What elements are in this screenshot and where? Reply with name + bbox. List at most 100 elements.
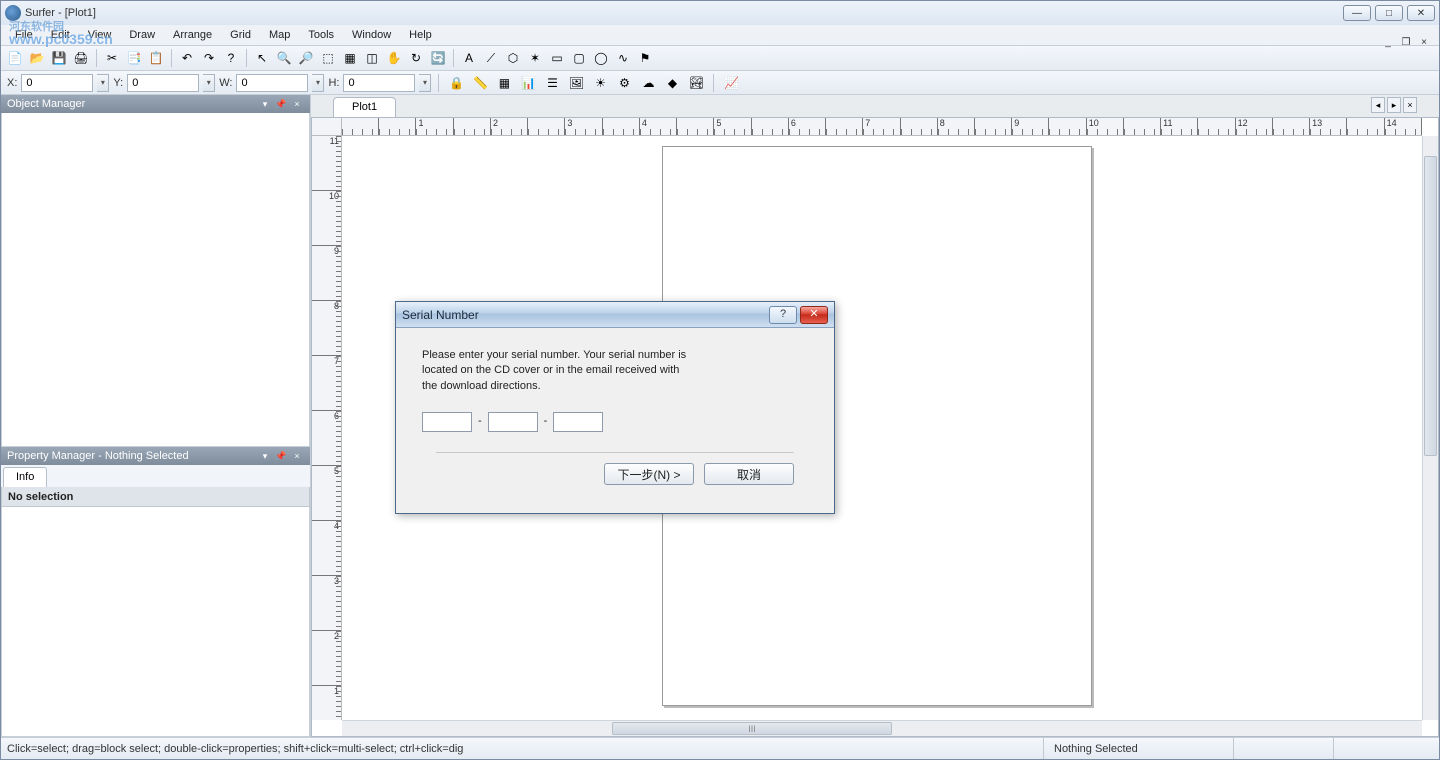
dialog-close-button[interactable]: ✕	[800, 306, 828, 324]
redraw-icon[interactable]: 🔄	[428, 48, 448, 68]
ruler-vertical[interactable]: 1110987654321	[312, 136, 342, 720]
scrollbar-horizontal[interactable]: III	[342, 720, 1422, 736]
new-icon[interactable]: 📄	[5, 48, 25, 68]
open-icon[interactable]: 📂	[27, 48, 47, 68]
mdi-restore-icon[interactable]: ❐	[1399, 37, 1413, 49]
copy-icon[interactable]: 📑	[124, 48, 144, 68]
property-manager-body[interactable]	[1, 507, 310, 737]
panel-close-icon[interactable]: ×	[290, 98, 304, 110]
ruler-horizontal[interactable]: 1234567891011121314	[342, 118, 1422, 136]
polyline-tool-icon[interactable]: ⟋	[481, 48, 501, 68]
panel-close-icon[interactable]: ×	[290, 450, 304, 462]
pan-icon[interactable]: ✋	[384, 48, 404, 68]
status-hint: Click=select; drag=block select; double-…	[7, 743, 1043, 755]
h-input[interactable]	[343, 74, 415, 92]
zoom-in-icon[interactable]: 🔍	[274, 48, 294, 68]
tab-scroll-right-icon[interactable]: ▸	[1387, 97, 1401, 113]
dialog-titlebar[interactable]: Serial Number ? ✕	[396, 302, 834, 328]
rect-tool-icon[interactable]: ▭	[547, 48, 567, 68]
image-icon[interactable]: 🖼	[566, 73, 586, 93]
y-dd-icon[interactable]: ▾	[203, 74, 215, 92]
menu-arrange[interactable]: Arrange	[165, 27, 220, 43]
paste-icon[interactable]: 📋	[146, 48, 166, 68]
mdi-close-icon[interactable]: ×	[1417, 37, 1431, 49]
w-input[interactable]	[236, 74, 308, 92]
layers-icon[interactable]: ☰	[542, 73, 562, 93]
spline-tool-icon[interactable]: ∿	[613, 48, 633, 68]
cancel-button[interactable]: 取消	[704, 463, 794, 485]
tab-close-icon[interactable]: ×	[1403, 97, 1417, 113]
redo-icon[interactable]: ↷	[199, 48, 219, 68]
minimize-button[interactable]: —	[1343, 5, 1371, 21]
menu-help[interactable]: Help	[401, 27, 440, 43]
titlebar[interactable]: Surfer - [Plot1] — □ ✕	[1, 1, 1439, 25]
help-icon[interactable]: ?	[221, 48, 241, 68]
cut-icon[interactable]: ✂	[102, 48, 122, 68]
doc-tab-plot1[interactable]: Plot1	[333, 97, 396, 117]
menu-grid[interactable]: Grid	[222, 27, 259, 43]
text-tool-icon[interactable]: A	[459, 48, 479, 68]
picture-icon[interactable]: 🏞	[686, 73, 706, 93]
next-button[interactable]: 下一步(N) >	[604, 463, 694, 485]
menu-draw[interactable]: Draw	[121, 27, 163, 43]
zoom-fit-icon[interactable]: ▦	[340, 48, 360, 68]
menubar: File Edit View Draw Arrange Grid Map Too…	[1, 25, 1439, 45]
panel-pin-icon[interactable]: 📌	[274, 98, 288, 110]
object-manager-body[interactable]	[1, 113, 310, 447]
window-title: Surfer - [Plot1]	[25, 7, 1343, 19]
roundrect-tool-icon[interactable]: ▢	[569, 48, 589, 68]
panel-pin-icon[interactable]: 📌	[274, 450, 288, 462]
zoom-rect-icon[interactable]: ⬚	[318, 48, 338, 68]
serial-input-1[interactable]	[422, 412, 472, 432]
refresh-icon[interactable]: ↻	[406, 48, 426, 68]
save-icon[interactable]: 💾	[49, 48, 69, 68]
diamond-icon[interactable]: ◆	[662, 73, 682, 93]
x-input[interactable]	[21, 74, 93, 92]
scrollbar-vertical[interactable]	[1422, 136, 1438, 720]
menu-window[interactable]: Window	[344, 27, 399, 43]
serial-input-2[interactable]	[488, 412, 538, 432]
cloud-icon[interactable]: ☁	[638, 73, 658, 93]
ellipse-tool-icon[interactable]: ◯	[591, 48, 611, 68]
undo-icon[interactable]: ↶	[177, 48, 197, 68]
sun-icon[interactable]: ☀	[590, 73, 610, 93]
menu-map[interactable]: Map	[261, 27, 298, 43]
dialog-help-button[interactable]: ?	[769, 306, 797, 324]
ruler-icon[interactable]: 📏	[470, 73, 490, 93]
mdi-minimize-icon[interactable]: _	[1381, 37, 1395, 49]
doc-tabstrip: Plot1 ◂ ▸ ×	[311, 95, 1439, 117]
y-input[interactable]	[127, 74, 199, 92]
bar-icon[interactable]: 📈	[721, 73, 741, 93]
flag-tool-icon[interactable]: ⚑	[635, 48, 655, 68]
wizard-icon[interactable]: ⚙	[614, 73, 634, 93]
object-manager-header[interactable]: Object Manager ▾ 📌 ×	[1, 95, 310, 113]
polygon-tool-icon[interactable]: ⬡	[503, 48, 523, 68]
serial-input-3[interactable]	[553, 412, 603, 432]
menu-edit[interactable]: Edit	[43, 27, 78, 43]
scroll-thumb-v[interactable]	[1424, 156, 1437, 456]
symbol-tool-icon[interactable]: ✶	[525, 48, 545, 68]
zoom-out-icon[interactable]: 🔎	[296, 48, 316, 68]
menu-file[interactable]: File	[7, 27, 41, 43]
property-manager-header[interactable]: Property Manager - Nothing Selected ▾ 📌 …	[1, 447, 310, 465]
chart-icon[interactable]: 📊	[518, 73, 538, 93]
print-icon[interactable]: 🖨	[71, 48, 91, 68]
maximize-button[interactable]: □	[1375, 5, 1403, 21]
x-dd-icon[interactable]: ▾	[97, 74, 109, 92]
tab-scroll-left-icon[interactable]: ◂	[1371, 97, 1385, 113]
w-dd-icon[interactable]: ▾	[312, 74, 324, 92]
h-dd-icon[interactable]: ▾	[419, 74, 431, 92]
lock-icon[interactable]: 🔒	[446, 73, 466, 93]
tab-info[interactable]: Info	[3, 467, 47, 487]
grid-icon[interactable]: ▦	[494, 73, 514, 93]
zoom-sel-icon[interactable]: ◫	[362, 48, 382, 68]
serial-row: - -	[422, 412, 808, 432]
panel-dropdown-icon[interactable]: ▾	[258, 450, 272, 462]
menu-tools[interactable]: Tools	[300, 27, 342, 43]
scroll-thumb-h[interactable]: III	[612, 722, 892, 735]
pointer-icon[interactable]: ↖	[252, 48, 272, 68]
app-icon	[5, 5, 21, 21]
menu-view[interactable]: View	[80, 27, 120, 43]
close-button[interactable]: ✕	[1407, 5, 1435, 21]
panel-dropdown-icon[interactable]: ▾	[258, 98, 272, 110]
